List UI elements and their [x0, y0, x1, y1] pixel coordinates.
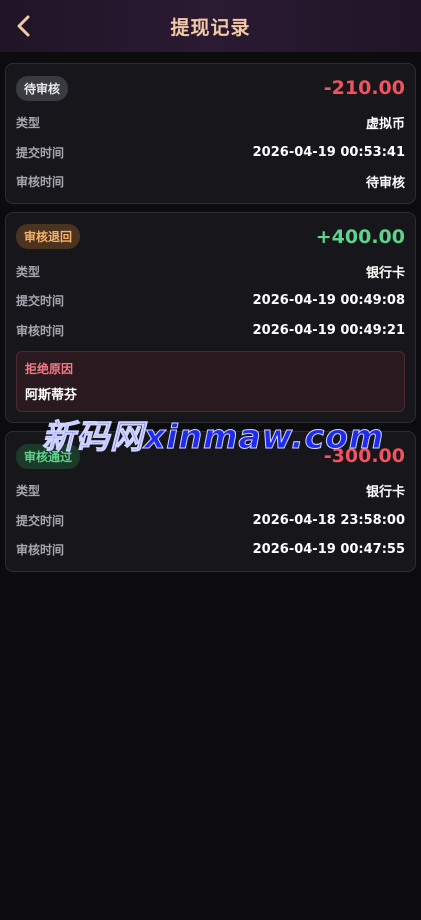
submit-time-label: 提交时间: [16, 513, 65, 528]
submit-time-value: 2026-04-19 00:49:08: [252, 293, 405, 309]
withdrawal-records-page: 提现记录 待审核 -210.00 类型 虚拟币 提交时间 2026-04-19 …: [0, 0, 421, 920]
record-card: 待审核 -210.00 类型 虚拟币 提交时间 2026-04-19 00:53…: [5, 63, 416, 204]
submit-time-value: 2026-04-19 00:53:41: [252, 144, 405, 160]
submit-time-row: 提交时间 2026-04-19 00:49:08: [16, 286, 405, 316]
record-card-header: 审核通过 -300.00: [16, 442, 405, 470]
amount-value: +400.00: [315, 225, 405, 248]
record-card: 审核退回 +400.00 类型 银行卡 提交时间 2026-04-19 00:4…: [5, 211, 416, 423]
type-label: 类型: [16, 116, 41, 131]
submit-time-label: 提交时间: [16, 294, 65, 309]
review-time-row: 审核时间 2026-04-19 00:47:55: [16, 535, 405, 565]
type-value: 虚拟币: [365, 117, 405, 133]
type-row: 类型 银行卡: [16, 476, 405, 506]
type-value: 银行卡: [365, 265, 405, 281]
record-card: 审核通过 -300.00 类型 银行卡 提交时间 2026-04-18 23:5…: [5, 431, 416, 572]
review-time-label: 审核时间: [16, 543, 65, 558]
page-title: 提现记录: [170, 16, 251, 39]
submit-time-label: 提交时间: [16, 145, 65, 160]
record-list: 待审核 -210.00 类型 虚拟币 提交时间 2026-04-19 00:53…: [0, 52, 421, 572]
status-badge: 审核通过: [16, 443, 81, 469]
reject-reason-box: 拒绝原因 阿斯蒂芬: [16, 351, 405, 412]
record-card-header: 待审核 -210.00: [16, 74, 405, 102]
status-badge: 审核退回: [16, 224, 81, 249]
review-time-row: 审核时间 2026-04-19 00:49:21: [16, 316, 405, 346]
status-badge: 待审核: [16, 75, 69, 101]
type-label: 类型: [16, 264, 41, 279]
review-time-label: 审核时间: [16, 175, 65, 190]
type-value: 银行卡: [365, 485, 405, 501]
chevron-left-icon: [17, 15, 30, 37]
reject-reason-label: 拒绝原因: [25, 362, 74, 376]
review-time-value: 待审核: [365, 176, 405, 192]
submit-time-value: 2026-04-18 23:58:00: [252, 512, 405, 528]
amount-value: -210.00: [323, 77, 405, 99]
reject-reason-text: 阿斯蒂芬: [25, 388, 78, 403]
type-row: 类型 虚拟币: [16, 108, 405, 138]
type-row: 类型 银行卡: [16, 257, 405, 287]
review-time-row: 审核时间 待审核: [16, 167, 405, 197]
amount-value: -300.00: [323, 445, 405, 467]
review-time-value: 2026-04-19 00:49:21: [252, 322, 405, 338]
review-time-value: 2026-04-19 00:47:55: [252, 542, 405, 558]
header-bar: 提现记录: [0, 0, 421, 52]
type-label: 类型: [16, 484, 41, 499]
review-time-label: 审核时间: [16, 323, 65, 338]
back-button[interactable]: [6, 8, 42, 44]
submit-time-row: 提交时间 2026-04-18 23:58:00: [16, 506, 405, 536]
submit-time-row: 提交时间 2026-04-19 00:53:41: [16, 138, 405, 168]
record-card-header: 审核退回 +400.00: [16, 223, 405, 251]
